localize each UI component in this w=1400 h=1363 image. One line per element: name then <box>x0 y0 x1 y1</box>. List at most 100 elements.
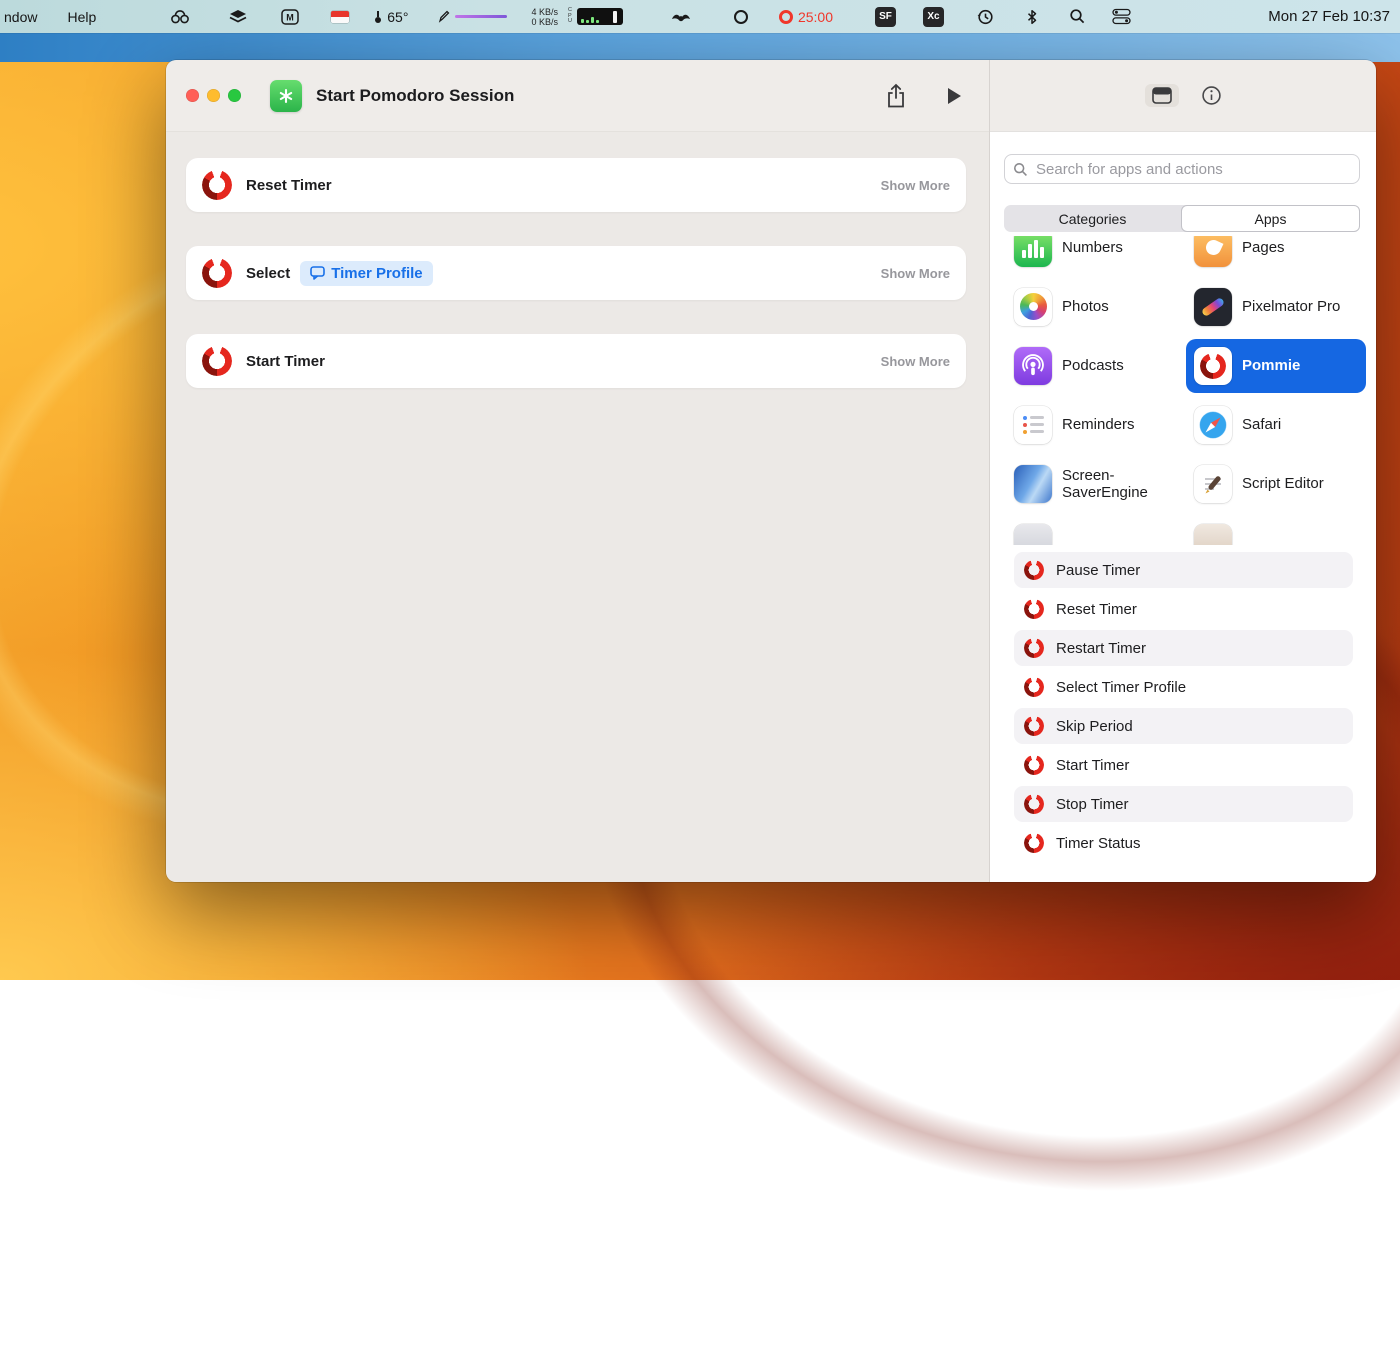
action-item-timer-status[interactable]: Timer Status <box>1014 825 1353 861</box>
app-item-photos[interactable]: Photos <box>1006 280 1186 334</box>
action-card-start-timer[interactable]: Start Timer Show More <box>186 334 966 388</box>
show-more-button[interactable]: Show More <box>881 354 950 369</box>
app-item-pommie-selected[interactable]: Pommie <box>1186 339 1366 393</box>
app-actions-list: Pause Timer Reset Timer Restart Timer Se… <box>1014 552 1353 864</box>
run-shortcut-button[interactable] <box>945 86 963 106</box>
share-icon <box>885 83 907 109</box>
show-more-button[interactable]: Show More <box>881 178 950 193</box>
pomodoro-menubar-widget[interactable]: 25:00 <box>779 9 833 25</box>
minimize-button[interactable] <box>207 89 220 102</box>
action-item-start-timer[interactable]: Start Timer <box>1014 747 1353 783</box>
control-center-icon[interactable] <box>1112 8 1131 25</box>
action-item-select-timer-profile[interactable]: Select Timer Profile <box>1014 669 1353 705</box>
pommie-icon <box>202 346 232 376</box>
action-item-restart-timer[interactable]: Restart Timer <box>1014 630 1353 666</box>
bluetooth-icon[interactable] <box>1025 9 1039 25</box>
m-app-icon[interactable]: M <box>281 9 299 25</box>
menu-bar: ndow Help M 65° 4 KB/s <box>0 0 1400 33</box>
search-field[interactable] <box>1004 154 1360 184</box>
search-icon[interactable] <box>1069 8 1086 25</box>
app-item-safari[interactable]: Safari <box>1186 398 1366 452</box>
app-item-pages[interactable]: Pages <box>1186 236 1366 275</box>
bat-icon[interactable] <box>671 10 691 24</box>
pommie-icon <box>1024 599 1044 619</box>
menu-window-partial[interactable]: ndow <box>2 9 39 25</box>
tablet-pen-widget[interactable] <box>438 10 507 23</box>
app-label: Screen-SaverEngine <box>1062 467 1167 501</box>
pen-paper-glyph <box>1200 471 1226 497</box>
info-button[interactable] <box>1201 85 1222 106</box>
app-item-numbers[interactable]: Numbers <box>1006 236 1186 275</box>
flag-white <box>331 17 349 23</box>
show-more-button[interactable]: Show More <box>881 266 950 281</box>
info-icon <box>1201 85 1222 106</box>
app-item-partial[interactable] <box>1186 516 1366 546</box>
pommie-icon <box>1024 755 1044 775</box>
layers-icon[interactable] <box>228 9 248 24</box>
temperature-widget[interactable]: 65° <box>373 9 408 25</box>
speech-bubble-icon <box>310 266 325 280</box>
app-label: Pixelmator Pro <box>1242 298 1340 315</box>
quill-glyph <box>1203 238 1223 258</box>
pommie-icon <box>1024 638 1044 658</box>
action-item-reset-timer[interactable]: Reset Timer <box>1014 591 1353 627</box>
title-bar: Start Pomodoro Session <box>166 60 989 132</box>
action-label: Restart Timer <box>1056 640 1146 657</box>
app-item-pixelmator-pro[interactable]: Pixelmator Pro <box>1186 280 1366 334</box>
cpu-monitor-widget[interactable]: CPU <box>568 8 623 25</box>
app-item-screensaverengine[interactable]: Screen-SaverEngine <box>1006 457 1186 511</box>
reminders-icon <box>1014 406 1052 444</box>
pommie-glyph <box>1200 353 1226 379</box>
app-item-partial[interactable] <box>1006 516 1186 546</box>
network-speed-widget[interactable]: 4 KB/s 0 KB/s <box>531 7 558 27</box>
library-icon <box>1152 87 1172 104</box>
action-item-skip-period[interactable]: Skip Period <box>1014 708 1353 744</box>
partial-app-icon <box>1194 524 1232 546</box>
app-label: Podcasts <box>1062 357 1124 374</box>
action-item-pause-timer[interactable]: Pause Timer <box>1014 552 1353 588</box>
timer-profile-parameter[interactable]: Timer Profile <box>300 261 432 286</box>
podcasts-icon <box>1014 347 1052 385</box>
compass-glyph <box>1198 410 1228 440</box>
close-button[interactable] <box>186 89 199 102</box>
app-item-script-editor[interactable]: Script Editor <box>1186 457 1366 511</box>
pen-pressure-bar <box>455 15 507 18</box>
apps-scroll-area[interactable]: Numbers Pages <box>990 236 1376 545</box>
share-button[interactable] <box>885 83 907 109</box>
pixelmator-pro-icon <box>1194 288 1232 326</box>
search-icon <box>1013 162 1028 177</box>
script-editor-icon <box>1194 465 1232 503</box>
circle-status-icon[interactable] <box>733 9 749 25</box>
zoom-button[interactable] <box>228 89 241 102</box>
binoculars-icon[interactable] <box>170 9 190 25</box>
app-item-podcasts[interactable]: Podcasts <box>1006 339 1186 393</box>
app-item-reminders[interactable]: Reminders <box>1006 398 1186 452</box>
action-card-select-timer-profile[interactable]: Select Timer Profile Show More <box>186 246 966 300</box>
shortcut-app-icon <box>270 80 302 112</box>
flower-glyph <box>1020 293 1047 320</box>
temperature-value: 65° <box>387 9 408 25</box>
play-icon <box>945 86 963 106</box>
tab-categories[interactable]: Categories <box>1004 205 1181 232</box>
history-clock-icon[interactable] <box>976 8 995 26</box>
action-label: Pause Timer <box>1056 562 1140 579</box>
menubar-clock[interactable]: Mon 27 Feb 10:37 <box>1268 8 1390 25</box>
shortcuts-editor-window: Start Pomodoro Session Reset Timer Show … <box>166 60 1376 882</box>
pommie-icon <box>1024 560 1044 580</box>
search-input[interactable] <box>1034 160 1351 179</box>
download-speed: 0 KB/s <box>531 17 558 27</box>
app-label: Numbers <box>1062 239 1123 256</box>
action-card-reset-timer[interactable]: Reset Timer Show More <box>186 158 966 212</box>
action-item-stop-timer[interactable]: Stop Timer <box>1014 786 1353 822</box>
indonesia-flag-icon[interactable] <box>331 11 349 23</box>
tab-apps[interactable]: Apps <box>1181 205 1360 232</box>
action-title: Reset Timer <box>246 177 332 194</box>
pommie-app-icon <box>1194 347 1232 385</box>
menu-help[interactable]: Help <box>65 9 98 25</box>
photos-icon <box>1014 288 1052 326</box>
numbers-icon <box>1014 236 1052 267</box>
xcode-icon[interactable]: Xc <box>923 7 944 27</box>
asterisk-icon <box>277 87 295 105</box>
action-library-toggle[interactable] <box>1145 84 1179 107</box>
sf-symbols-icon[interactable]: SF <box>875 7 896 27</box>
